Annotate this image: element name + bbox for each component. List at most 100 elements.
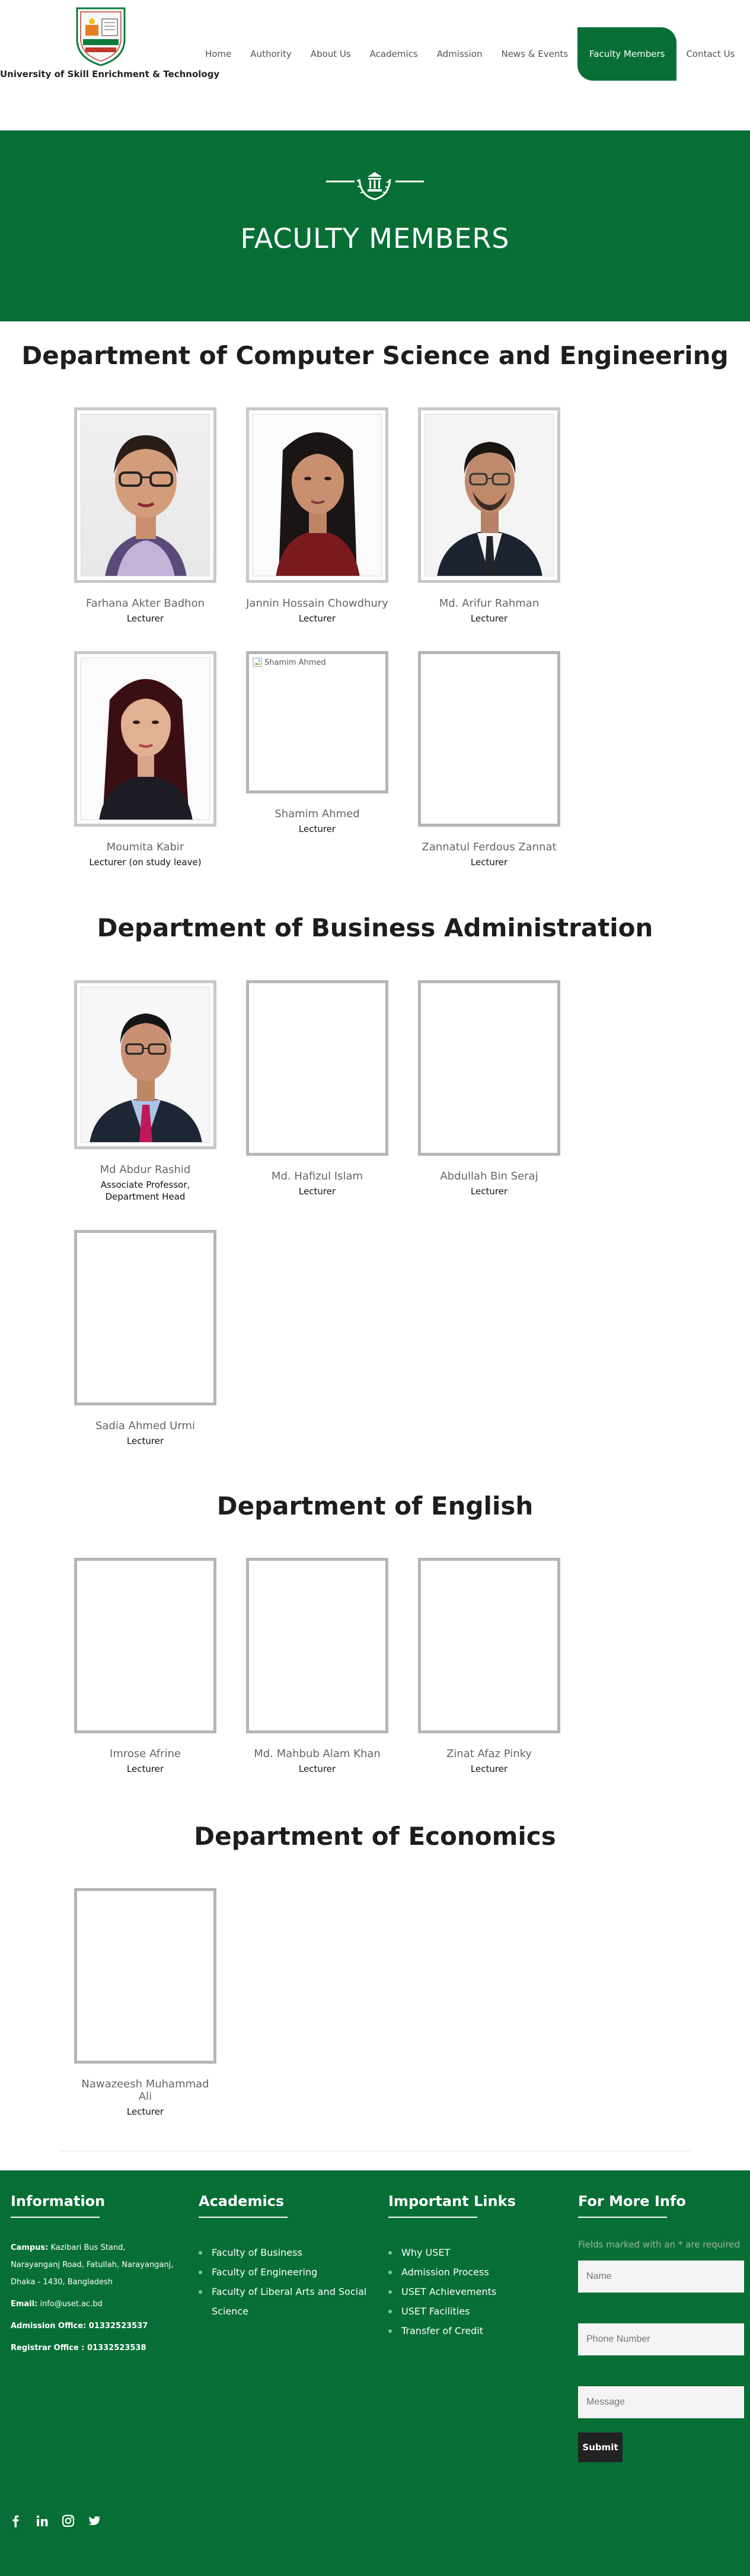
heading-underline <box>11 2217 100 2218</box>
required-fields-note: Fields marked with an * are required <box>578 2239 741 2250</box>
faculty-card[interactable]: Md. Hafizul Islam Lecturer <box>246 980 388 1197</box>
faculty-card[interactable]: Zannatul Ferdous Zannat Lecturer <box>418 651 560 868</box>
faculty-name: Md. Hafizul Islam <box>271 1170 363 1182</box>
main-nav: Home Authority About Us Academics Admiss… <box>196 27 744 81</box>
faculty-card[interactable]: Zinat Afaz Pinky Lecturer <box>418 1558 560 1775</box>
faculty-photo <box>246 407 388 583</box>
footer-link-achievements[interactable]: USET Achievements <box>388 2282 566 2301</box>
faculty-name: Zinat Afaz Pinky <box>446 1748 532 1760</box>
linkedin-icon[interactable] <box>36 2514 49 2527</box>
portrait-image <box>437 442 542 576</box>
faculty-card[interactable]: Sadia Ahmed Urmi Lecturer <box>74 1230 216 1447</box>
institution-ornament-icon <box>326 172 424 200</box>
portrait-image <box>90 1013 202 1142</box>
social-links <box>9 2514 101 2527</box>
nav-faculty-members[interactable]: Faculty Members <box>577 27 677 81</box>
nav-news-events[interactable]: News & Events <box>492 27 577 81</box>
nav-admission[interactable]: Admission <box>427 27 492 81</box>
image-alt-text: Shamim Ahmed <box>264 658 326 667</box>
faculty-card[interactable]: Imrose Afrine Lecturer <box>74 1558 216 1775</box>
faculty-card[interactable]: Nawazeesh Muhammad Ali Lecturer <box>74 1888 216 2118</box>
email-label: Email: <box>11 2300 38 2309</box>
faculty-name: Farhana Akter Badhon <box>85 597 205 610</box>
page-title: FACULTY MEMBERS <box>240 222 510 254</box>
faculty-card[interactable]: Farhana Akter Badhon Lecturer <box>74 407 216 624</box>
faculty-title: Lecturer <box>298 824 336 834</box>
phone-input[interactable] <box>578 2323 744 2355</box>
faculty-photo <box>74 980 216 1149</box>
message-input[interactable] <box>578 2386 744 2418</box>
faculty-name: Zannatul Ferdous Zannat <box>422 841 557 853</box>
footer-important-links: Important Links Why USET Admission Proce… <box>388 2193 566 2341</box>
faculty-photo <box>246 1558 388 1733</box>
page-banner: FACULTY MEMBERS <box>0 130 750 321</box>
registrar-phone[interactable]: Registrar Office : 01332523538 <box>11 2339 177 2357</box>
site-logo[interactable]: University of Skill Enrichment & Technol… <box>0 5 220 82</box>
faculty-title: Lecturer <box>470 1764 508 1774</box>
faculty-name: Abdullah Bin Seraj <box>440 1170 538 1182</box>
heading-underline <box>578 2217 667 2218</box>
portrait-image <box>105 435 187 576</box>
faculty-photo <box>418 407 560 583</box>
name-input[interactable] <box>578 2261 744 2293</box>
nav-authority[interactable]: Authority <box>241 27 301 81</box>
email-address[interactable]: info@uset.ac.bd <box>40 2300 102 2309</box>
footer-link-transfer-credit[interactable]: Transfer of Credit <box>388 2321 566 2341</box>
site-name: University of Skill Enrichment & Technol… <box>0 69 220 79</box>
faculty-name: Nawazeesh Muhammad Ali <box>81 2078 209 2103</box>
nav-home[interactable]: Home <box>196 27 241 81</box>
faculty-name: Jannin Hossain Chowdhury <box>246 597 388 610</box>
faculty-card[interactable]: Md Abdur Rashid Associate Professor, Dep… <box>74 980 216 1203</box>
faculty-title: Lecturer <box>126 1436 164 1446</box>
faculty-photo <box>74 1888 216 2064</box>
submit-button[interactable]: Submit <box>578 2432 623 2462</box>
faculty-photo <box>74 407 216 583</box>
faculty-name: Shamim Ahmed <box>275 808 360 820</box>
footer-link-faculty-engineering[interactable]: Faculty of Engineering <box>199 2262 376 2282</box>
footer-information: Information Campus: Kazibari Bus Stand, … <box>11 2193 177 2357</box>
faculty-card[interactable]: Md. Arifur Rahman Lecturer <box>418 407 560 624</box>
broken-image-icon <box>253 658 262 667</box>
nav-contact-us[interactable]: Contact Us <box>676 27 744 81</box>
footer-link-why-uset[interactable]: Why USET <box>388 2243 566 2262</box>
faculty-card[interactable]: Moumita Kabir Lecturer (on study leave) <box>74 651 216 868</box>
faculty-title: Lecturer <box>298 1186 336 1197</box>
faculty-photo <box>418 651 560 827</box>
twitter-icon[interactable] <box>88 2514 101 2527</box>
department-heading-english: Department of English <box>216 1491 534 1520</box>
nav-academics[interactable]: Academics <box>360 27 427 81</box>
footer-link-faculty-business[interactable]: Faculty of Business <box>199 2243 376 2262</box>
footer-link-admission-process[interactable]: Admission Process <box>388 2262 566 2282</box>
faculty-name: Md Abdur Rashid <box>100 1163 191 1176</box>
admission-phone[interactable]: Admission Office: 01332523537 <box>11 2317 177 2335</box>
faculty-title: Lecturer <box>126 613 164 624</box>
footer-contact-form: For More Info Fields marked with an * ar… <box>578 2193 744 2462</box>
faculty-photo: Shamim Ahmed <box>246 651 388 793</box>
faculty-card[interactable]: Shamim Ahmed Shamim Ahmed Lecturer <box>246 651 388 835</box>
faculty-card[interactable]: Jannin Hossain Chowdhury Lecturer <box>246 407 388 624</box>
faculty-title: Lecturer <box>470 613 508 624</box>
facebook-icon[interactable] <box>9 2514 23 2527</box>
faculty-card[interactable]: Abdullah Bin Seraj Lecturer <box>418 980 560 1197</box>
department-heading-business: Department of Business Administration <box>97 913 653 942</box>
faculty-photo <box>74 651 216 827</box>
faculty-name: Md. Arifur Rahman <box>439 597 540 610</box>
faculty-name: Imrose Afrine <box>110 1748 181 1760</box>
faculty-photo <box>246 980 388 1156</box>
faculty-title: Lecturer (on study leave) <box>89 857 202 868</box>
faculty-photo <box>74 1230 216 1405</box>
heading-underline <box>388 2217 477 2218</box>
portrait-image <box>99 679 193 820</box>
faculty-title: Lecturer <box>298 613 336 624</box>
instagram-icon[interactable] <box>62 2514 75 2527</box>
faculty-photo <box>418 980 560 1156</box>
faculty-card[interactable]: Md. Mahbub Alam Khan Lecturer <box>246 1558 388 1775</box>
footer-link-facilities[interactable]: USET Facilities <box>388 2301 566 2321</box>
footer-heading: Information <box>11 2193 106 2210</box>
footer-link-faculty-liberal-arts[interactable]: Faculty of Liberal Arts and Social Scien… <box>199 2282 376 2321</box>
heading-underline <box>199 2217 288 2218</box>
nav-about-us[interactable]: About Us <box>301 27 360 81</box>
faculty-name: Moumita Kabir <box>106 841 184 853</box>
contact-details: Campus: Kazibari Bus Stand, Narayanganj … <box>11 2239 177 2357</box>
site-header: University of Skill Enrichment & Technol… <box>0 0 750 110</box>
